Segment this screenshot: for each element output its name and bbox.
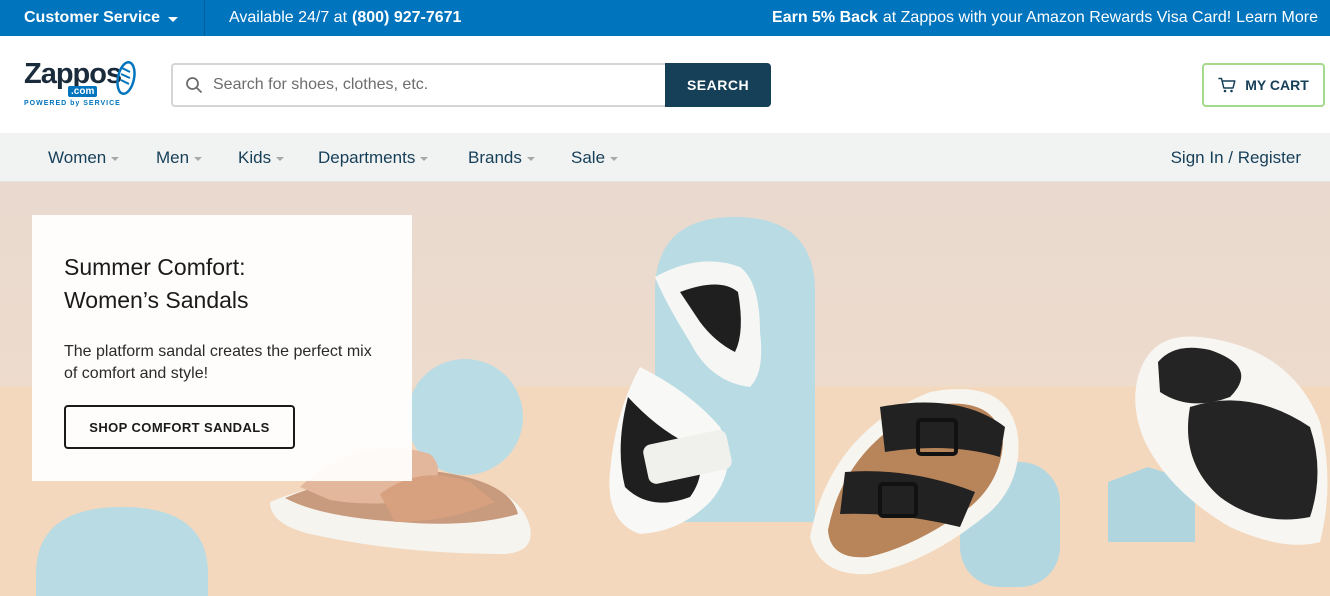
chevron-down-icon bbox=[610, 156, 619, 161]
nav-item-label: Kids bbox=[238, 147, 272, 167]
nav-item-label: Sale bbox=[571, 147, 606, 167]
nav-item-brands[interactable]: Brands bbox=[468, 133, 535, 182]
chevron-down-icon bbox=[194, 156, 203, 161]
top-utility-bar: Customer Service Available 24/7 at (800)… bbox=[0, 0, 1330, 36]
search-input[interactable] bbox=[213, 65, 653, 105]
nav-item-sale[interactable]: Sale bbox=[571, 133, 619, 182]
chevron-down-icon bbox=[420, 156, 429, 161]
logo-tagline: POWERED by SERVICE bbox=[24, 100, 121, 107]
promo-title-line2: Women’s Sandals bbox=[64, 287, 249, 313]
logo-shoe-icon bbox=[116, 61, 136, 95]
nav-item-men[interactable]: Men bbox=[156, 133, 203, 182]
caret-down-icon bbox=[168, 16, 179, 22]
availability-info: Available 24/7 at (800) 927-7671 bbox=[229, 0, 461, 36]
promo-bold: Earn 5% Back bbox=[772, 9, 878, 26]
main-nav: Women Men Kids Departments Brands Sale S… bbox=[0, 133, 1330, 182]
promo-title: Summer Comfort: Women’s Sandals bbox=[64, 251, 324, 317]
logo-com: .com bbox=[68, 86, 98, 97]
customer-service-menu[interactable]: Customer Service bbox=[0, 0, 205, 36]
chevron-down-icon bbox=[526, 156, 535, 161]
zappos-logo[interactable]: Zappos .com POWERED by SERVICE bbox=[24, 58, 139, 112]
availability-text: Available 24/7 at bbox=[229, 9, 348, 26]
sign-in-register-link[interactable]: Sign In / Register bbox=[1171, 133, 1301, 182]
chevron-down-icon bbox=[276, 156, 285, 161]
customer-service-label: Customer Service bbox=[24, 9, 161, 26]
promo-description: The platform sandal creates the perfect … bbox=[64, 343, 372, 382]
nav-item-label: Men bbox=[156, 147, 190, 167]
nav-item-label: Departments bbox=[318, 147, 416, 167]
learn-more-link[interactable]: Learn More bbox=[1236, 9, 1318, 27]
nav-item-label: Brands bbox=[468, 147, 522, 167]
hero-banner[interactable]: Summer Comfort: Women’s Sandals The plat… bbox=[0, 182, 1330, 596]
promo-title-line1: Summer Comfort: bbox=[64, 254, 246, 280]
nav-item-kids[interactable]: Kids bbox=[238, 133, 285, 182]
promo-text: at Zappos with your Amazon Rewards Visa … bbox=[882, 9, 1232, 26]
search-box bbox=[171, 63, 666, 107]
search-icon bbox=[186, 77, 202, 93]
site-header: Zappos .com POWERED by SERVICE SEARCH MY… bbox=[0, 36, 1330, 133]
promo-card: Summer Comfort: Women’s Sandals The plat… bbox=[32, 215, 412, 481]
search-button[interactable]: SEARCH bbox=[665, 63, 771, 107]
cart-icon bbox=[1218, 77, 1236, 93]
nav-item-label: Women bbox=[48, 147, 107, 167]
nav-item-departments[interactable]: Departments bbox=[318, 133, 429, 182]
rewards-promo[interactable]: Earn 5% Back at Zappos with your Amazon … bbox=[772, 0, 1318, 36]
my-cart-button[interactable]: MY CART bbox=[1202, 63, 1325, 107]
cart-label: MY CART bbox=[1245, 77, 1309, 93]
nav-item-women[interactable]: Women bbox=[48, 133, 120, 182]
phone-number[interactable]: (800) 927-7671 bbox=[352, 9, 461, 27]
shop-comfort-sandals-button[interactable]: SHOP COMFORT SANDALS bbox=[64, 405, 295, 449]
chevron-down-icon bbox=[111, 156, 120, 161]
